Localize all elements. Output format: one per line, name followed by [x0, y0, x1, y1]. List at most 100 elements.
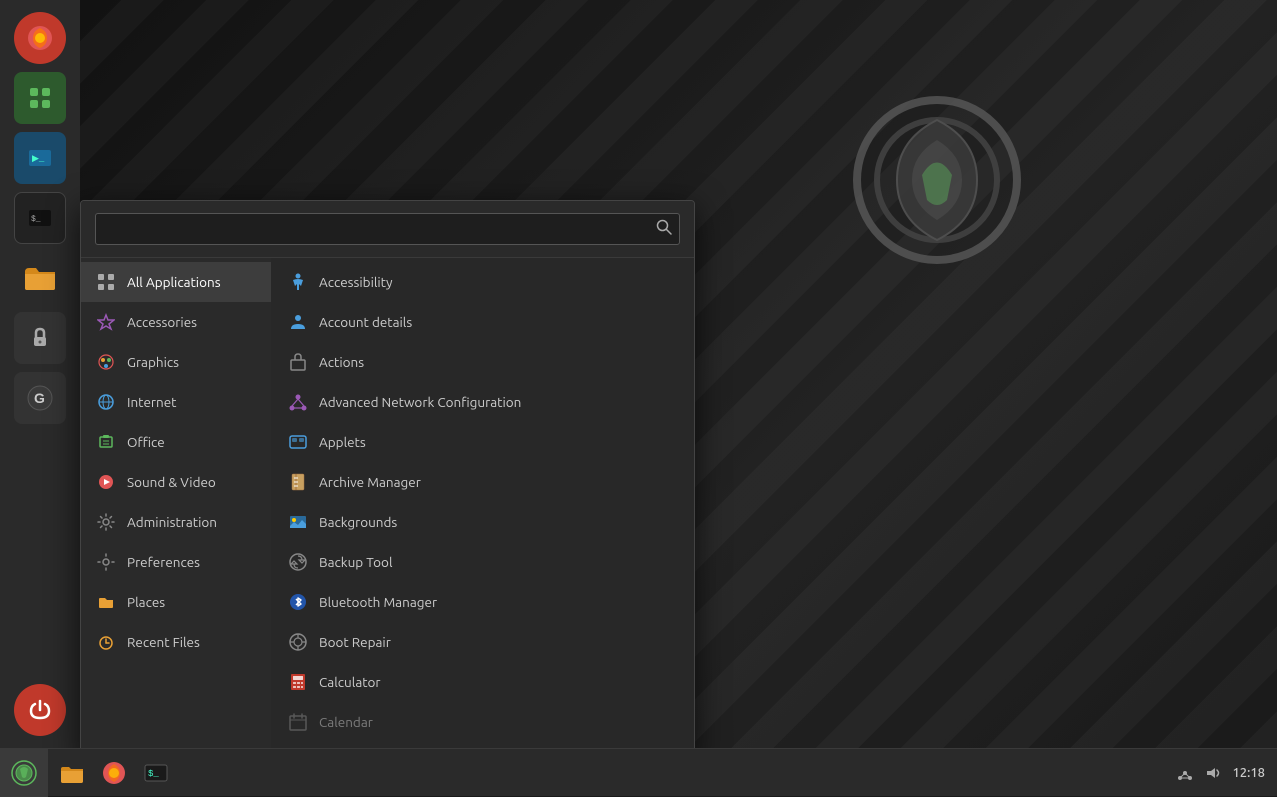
category-places-label: Places: [127, 594, 165, 610]
boot-repair-app-icon: [287, 631, 309, 653]
calculator-app-label: Calculator: [319, 674, 381, 690]
terminal-black-sidebar-icon[interactable]: $_: [14, 192, 66, 244]
taskbar-firefox-icon[interactable]: [94, 753, 134, 793]
preferences-icon: [95, 551, 117, 573]
category-sound-video-label: Sound & Video: [127, 474, 216, 490]
firefox-icon: [25, 23, 55, 53]
files-sidebar-icon[interactable]: [14, 252, 66, 304]
lock-sidebar-icon[interactable]: [14, 312, 66, 364]
app-backup-tool[interactable]: Backup Tool: [271, 542, 694, 582]
app-archive-manager[interactable]: Archive Manager: [271, 462, 694, 502]
svg-text:G: G: [34, 390, 45, 406]
accessibility-app-icon: [287, 271, 309, 293]
places-icon: [95, 591, 117, 613]
category-all-applications[interactable]: All Applications: [81, 262, 271, 302]
category-graphics[interactable]: Graphics: [81, 342, 271, 382]
backgrounds-app-icon: [287, 511, 309, 533]
app-account-details[interactable]: Account details: [271, 302, 694, 342]
terminal-green-sidebar-icon[interactable]: ▶_: [14, 132, 66, 184]
actions-app-icon: [287, 351, 309, 373]
taskbar-firefox-glyph: [101, 760, 127, 786]
g-icon: G: [26, 384, 54, 412]
mint-logo: [847, 90, 1027, 270]
search-input-wrap: [95, 213, 680, 245]
administration-icon: [95, 511, 117, 533]
taskbar: $_ 12:18: [0, 748, 1277, 796]
category-sound-video[interactable]: Sound & Video: [81, 462, 271, 502]
taskbar-terminal-glyph: $_: [143, 760, 169, 786]
boot-repair-app-label: Boot Repair: [319, 634, 391, 650]
search-button[interactable]: [656, 219, 672, 240]
app-adv-network[interactable]: Advanced Network Configuration: [271, 382, 694, 422]
category-recent-files-label: Recent Files: [127, 634, 200, 650]
category-administration-label: Administration: [127, 514, 217, 530]
bluetooth-app-label: Bluetooth Manager: [319, 594, 437, 610]
menu-body: All Applications Accessories: [81, 258, 694, 758]
taskbar-right: 12:18: [1164, 764, 1277, 782]
adv-network-app-icon: [287, 391, 309, 413]
category-graphics-label: Graphics: [127, 354, 179, 370]
taskbar-items: $_: [48, 753, 1164, 793]
backup-tool-app-label: Backup Tool: [319, 554, 392, 570]
category-accessories[interactable]: Accessories: [81, 302, 271, 342]
taskbar-folder-icon: [58, 759, 86, 787]
backgrounds-app-label: Backgrounds: [319, 514, 397, 530]
app-menu: All Applications Accessories: [80, 200, 695, 759]
network-icon: [1176, 764, 1194, 782]
svg-text:$_: $_: [31, 215, 41, 224]
sound-video-icon: [95, 471, 117, 493]
terminal-black-icon: $_: [27, 205, 53, 231]
category-preferences[interactable]: Preferences: [81, 542, 271, 582]
office-icon: [95, 431, 117, 453]
app-backgrounds[interactable]: Backgrounds: [271, 502, 694, 542]
launcher-sidebar: ▶_ $_ G: [0, 0, 80, 748]
taskbar-files-icon[interactable]: [52, 753, 92, 793]
folder-icon: [22, 260, 58, 296]
search-input[interactable]: [95, 213, 680, 245]
graphics-icon: [95, 351, 117, 373]
accessibility-app-label: Accessibility: [319, 274, 393, 290]
svg-text:▶_: ▶_: [32, 154, 45, 164]
category-all-applications-label: All Applications: [127, 274, 221, 290]
google-sidebar-icon[interactable]: G: [14, 372, 66, 424]
app-bluetooth[interactable]: Bluetooth Manager: [271, 582, 694, 622]
taskbar-terminal-icon[interactable]: $_: [136, 753, 176, 793]
app-actions[interactable]: Actions: [271, 342, 694, 382]
category-preferences-label: Preferences: [127, 554, 200, 570]
search-icon: [656, 219, 672, 235]
category-places[interactable]: Places: [81, 582, 271, 622]
category-internet-label: Internet: [127, 394, 176, 410]
category-office[interactable]: Office: [81, 422, 271, 462]
category-recent-files[interactable]: Recent Files: [81, 622, 271, 662]
power-icon: [27, 697, 53, 723]
firefox-sidebar-icon[interactable]: [14, 12, 66, 64]
category-accessories-label: Accessories: [127, 314, 197, 330]
all-apps-icon: [95, 271, 117, 293]
applets-app-icon: [287, 431, 309, 453]
app-applets[interactable]: Applets: [271, 422, 694, 462]
search-bar: [81, 201, 694, 258]
adv-network-app-label: Advanced Network Configuration: [319, 394, 521, 410]
apps-grid-icon: [27, 85, 53, 111]
apps-grid-sidebar-icon[interactable]: [14, 72, 66, 124]
calculator-app-icon: [287, 671, 309, 693]
svg-text:$_: $_: [148, 769, 159, 779]
app-accessibility[interactable]: Accessibility: [271, 262, 694, 302]
category-internet[interactable]: Internet: [81, 382, 271, 422]
app-calculator[interactable]: Calculator: [271, 662, 694, 702]
archive-manager-app-label: Archive Manager: [319, 474, 421, 490]
apps-list-panel: Accessibility Account details: [271, 258, 694, 758]
start-button[interactable]: [0, 749, 48, 797]
bluetooth-app-icon: [287, 591, 309, 613]
app-boot-repair[interactable]: Boot Repair: [271, 622, 694, 662]
clock: 12:18: [1232, 766, 1265, 780]
categories-panel: All Applications Accessories: [81, 258, 271, 758]
category-office-label: Office: [127, 434, 165, 450]
actions-app-label: Actions: [319, 354, 364, 370]
power-sidebar-icon[interactable]: [14, 684, 66, 736]
category-administration[interactable]: Administration: [81, 502, 271, 542]
start-menu-icon: [10, 759, 38, 787]
lock-icon: [28, 326, 52, 350]
account-details-app-icon: [287, 311, 309, 333]
app-calendar[interactable]: Calendar: [271, 702, 694, 742]
